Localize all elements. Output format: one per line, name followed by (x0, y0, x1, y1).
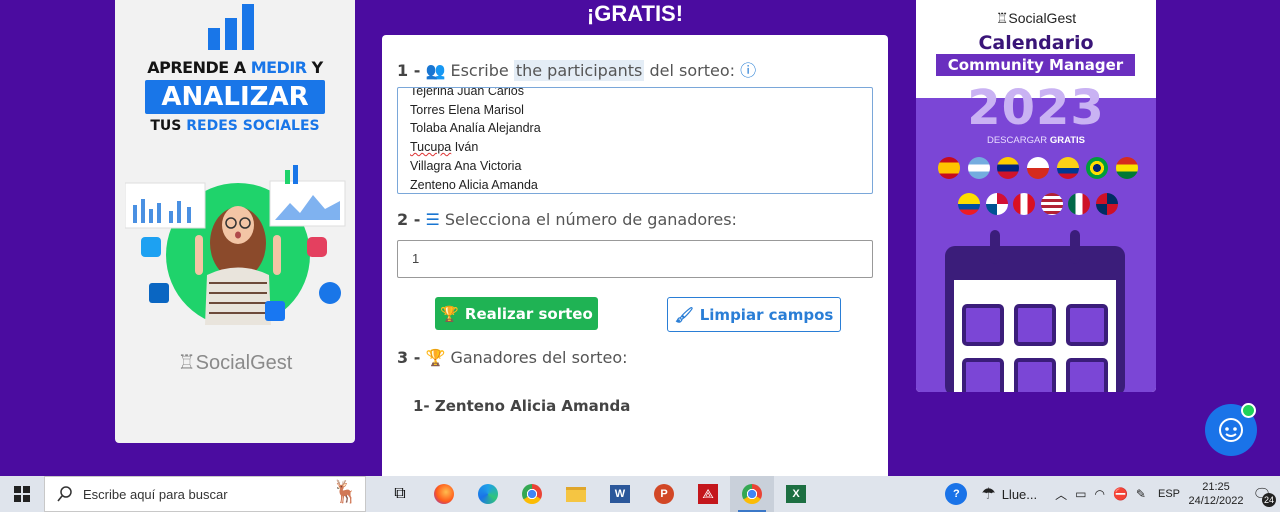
right-ad-banner[interactable]: ♖SocialGest Calendario Community Manager… (916, 0, 1156, 392)
edge-icon (478, 484, 498, 504)
flag-usa-icon (1040, 193, 1063, 215)
flag-ecuador-icon (958, 193, 980, 215)
clock-date: 24/12/2022 (1188, 495, 1244, 507)
clock-time: 21:25 (1202, 481, 1230, 493)
ad-subtitle: Community Manager (936, 54, 1135, 76)
taskbar-word[interactable]: W (598, 476, 642, 512)
deer-decoration-icon: 🦌 (331, 479, 359, 504)
search-icon (57, 486, 72, 502)
winner-result: 1- Zenteno Alicia Amanda (413, 397, 631, 415)
flag-peru-icon (1013, 193, 1036, 215)
support-agent-icon (1219, 418, 1243, 442)
ad-headline-line3: TUS REDES SOCIALES (150, 118, 320, 134)
online-status-dot (1241, 403, 1256, 418)
flag-spain-icon (938, 157, 960, 179)
taskbar-powerpoint[interactable]: P (642, 476, 686, 512)
excel-icon: X (786, 485, 806, 503)
flag-colombia-icon (1056, 157, 1079, 179)
taskbar-search-box[interactable]: Escribe aquí para buscar 🦌 (44, 476, 366, 512)
acrobat-icon: ⟁ (698, 484, 718, 504)
notifications-button[interactable]: 🗨 24 (1244, 485, 1280, 507)
chevron-up-icon[interactable]: ︿ (1055, 486, 1067, 503)
left-ad-banner[interactable]: APRENDE A MEDIR Y ANALIZAR TUS REDES SOC… (115, 0, 355, 443)
taskbar-edge[interactable] (466, 476, 510, 512)
flag-panama-icon (985, 193, 1008, 215)
users-icon: 👥 (425, 61, 446, 80)
woman-social-media-illustration (125, 165, 346, 325)
firefox-icon (434, 484, 454, 504)
participant-line: Zenteno Alicia Amanda (410, 177, 538, 192)
flag-dominican-icon (1095, 193, 1118, 215)
trophy-icon: 🏆 (425, 348, 446, 367)
task-view-icon: ⧉ (394, 485, 406, 502)
wifi-icon[interactable]: ◠ (1094, 487, 1104, 501)
chrome-icon (742, 484, 762, 504)
flag-argentina-icon (967, 157, 990, 179)
help-icon[interactable]: ⓘ (740, 61, 756, 80)
start-button[interactable] (0, 476, 44, 512)
winners-count-input[interactable]: 1 (397, 240, 873, 278)
chrome-icon (522, 484, 542, 504)
list-icon: ☰ (425, 210, 440, 229)
socialgest-logo: ♖SocialGest (177, 352, 293, 374)
weather-icon[interactable]: ☂ (981, 484, 995, 504)
help-tray-icon[interactable]: ? (945, 483, 968, 505)
participant-line: Villagra Ana Victoria (410, 158, 522, 173)
taskbar-acrobat[interactable]: ⟁ (686, 476, 730, 512)
raffle-form-card: 1 - 👥 Escribe the participants del sorte… (382, 35, 888, 485)
word-icon: W (610, 485, 630, 503)
taskbar-chrome-active[interactable] (730, 476, 774, 512)
network-icon[interactable]: ⛔ (1113, 487, 1128, 501)
flag-venezuela-icon (997, 157, 1020, 179)
bar-chart-logo-icon (208, 4, 260, 50)
participant-line: Torres Elena Marisol (410, 102, 524, 117)
flags-row-2 (958, 193, 1118, 215)
ad-headline-line2: ANALIZAR (145, 80, 325, 114)
trophy-icon: 🏆 (440, 304, 459, 323)
brush-icon: 🖌 (674, 305, 694, 324)
windows-logo-icon (14, 486, 30, 502)
step2-label: 2 - ☰ Selecciona el número de ganadores: (397, 210, 737, 229)
ad-download-text: DESCARGAR GRATIS (986, 135, 1085, 146)
task-view-button[interactable]: ⧉ (378, 476, 422, 512)
taskbar-file-explorer[interactable] (554, 476, 598, 512)
search-placeholder: Escribe aquí para buscar (83, 486, 228, 502)
step1-label: 1 - 👥 Escribe the participants del sorte… (397, 60, 757, 81)
participant-line: Tejerina Juan Carlos (410, 87, 524, 98)
participant-line: Tolaba Analía Alejandra (410, 121, 541, 136)
participants-textarea[interactable]: Tejerina Juan Carlos Torres Elena Mariso… (397, 87, 873, 194)
page-title: ¡GRATIS! (586, 1, 684, 26)
flag-chile-icon (1026, 157, 1049, 179)
windows-taskbar: Escribe aquí para buscar 🦌 ⧉ W P ⟁ X ? ☂… (0, 476, 1280, 512)
flag-mexico-icon (1068, 193, 1091, 215)
taskbar-excel[interactable]: X (774, 476, 818, 512)
ad-headline-line1: APRENDE A MEDIR Y (147, 58, 323, 77)
clear-fields-button[interactable]: 🖌 Limpiar campos (667, 297, 841, 332)
ad-title: Calendario (978, 32, 1094, 54)
system-tray: ? ☂ Llue... ︿ ▭ ◠ ⛔ ✎ ESP 21:25 24/12/20… (945, 476, 1280, 512)
draw-button[interactable]: 🏆 Realizar sorteo (435, 297, 598, 330)
socialgest-logo: ♖SocialGest (995, 10, 1077, 26)
step3-label: 3 - 🏆 Ganadores del sorteo: (397, 348, 628, 367)
ad-year: 2023 (967, 80, 1105, 136)
powerpoint-icon: P (654, 484, 674, 504)
taskbar-chrome[interactable] (510, 476, 554, 512)
flag-bolivia-icon (1115, 157, 1138, 179)
calendar-illustration-icon (945, 230, 1125, 392)
participant-line: Tucupa Iván (410, 140, 479, 155)
taskbar-firefox[interactable] (422, 476, 466, 512)
flag-brazil-icon (1086, 157, 1109, 179)
pen-icon[interactable]: ✎ (1136, 487, 1146, 501)
clock[interactable]: 21:25 24/12/2022 (1188, 480, 1244, 508)
weather-text[interactable]: Llue... (1002, 487, 1037, 502)
language-indicator[interactable]: ESP (1158, 488, 1180, 500)
flags-row-1 (938, 157, 1138, 179)
battery-icon[interactable]: ▭ (1075, 487, 1086, 501)
notification-count-badge: 24 (1262, 493, 1276, 507)
folder-icon (566, 486, 586, 502)
